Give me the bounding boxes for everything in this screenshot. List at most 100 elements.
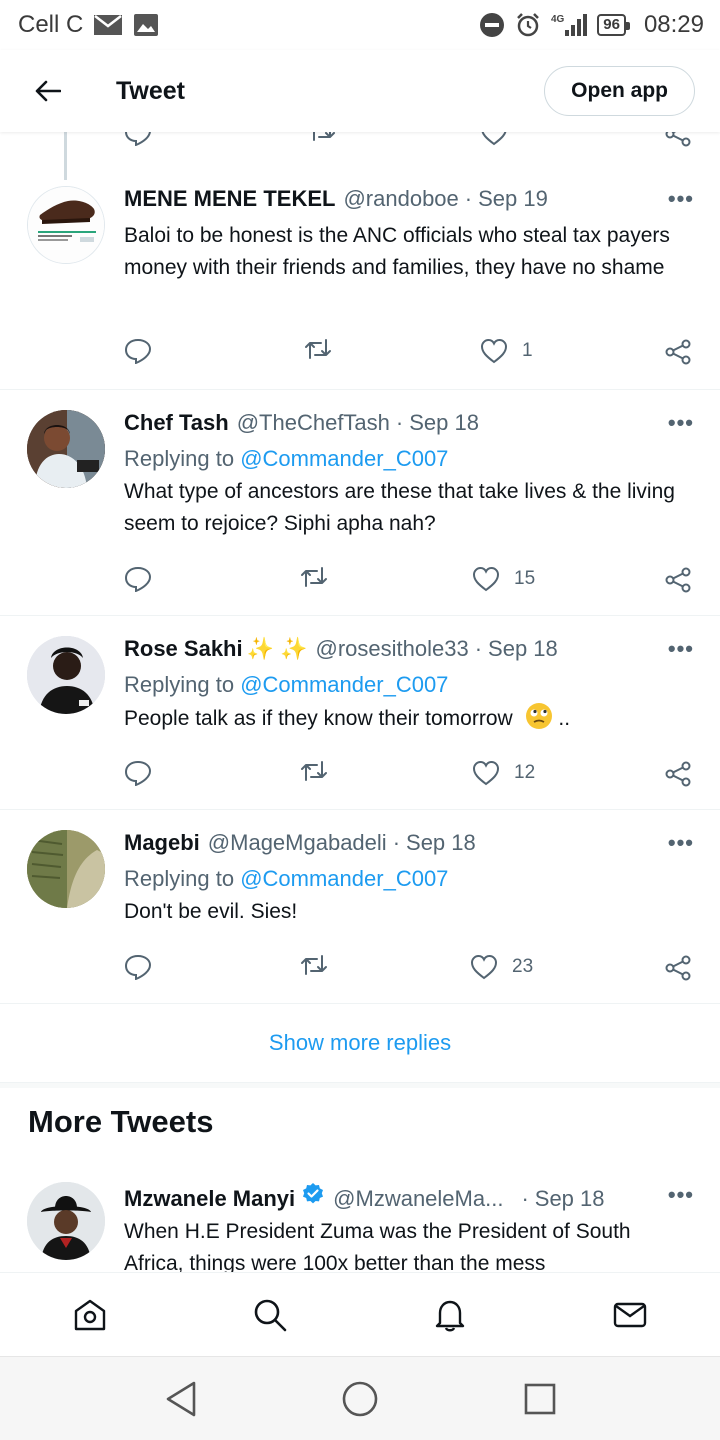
tweet-body: Rose Sakhi ✨ ✨ @rosesithole33 · Sep 18 •…	[124, 636, 694, 740]
replying-to-label: Replying to	[124, 672, 235, 697]
tweet-date[interactable]: Sep 19	[478, 186, 548, 212]
tweet-date[interactable]: Sep 18	[409, 410, 479, 436]
display-name[interactable]: Chef Tash	[124, 410, 229, 436]
like-button[interactable]: 12	[472, 760, 535, 786]
tweet-meta: Rose Sakhi ✨ ✨ @rosesithole33 · Sep 18	[124, 636, 694, 666]
reply-icon	[124, 760, 152, 786]
reply-button[interactable]	[124, 566, 152, 592]
reply-button[interactable]	[124, 760, 152, 786]
more-icon[interactable]: •••	[668, 636, 694, 662]
nav-notifications-button[interactable]	[428, 1293, 472, 1337]
like-button[interactable]: 1	[480, 338, 533, 364]
avatar[interactable]	[27, 830, 105, 908]
separator-dot: ·	[464, 186, 473, 211]
system-home-button[interactable]	[340, 1379, 380, 1419]
user-handle[interactable]: @randoboe	[343, 186, 458, 212]
tweet-item[interactable]: MENE MENE TEKEL @randoboe · Sep 19 ••• B…	[0, 164, 720, 390]
tweet-date[interactable]: Sep 18	[406, 830, 476, 856]
share-button[interactable]	[664, 760, 692, 788]
tweet-actions: 23	[124, 954, 694, 984]
back-triangle-icon	[166, 1381, 196, 1417]
section-divider	[0, 1082, 720, 1088]
tweet-date[interactable]: Sep 18	[535, 1186, 605, 1212]
mention-link[interactable]: @Commander_C007	[240, 866, 448, 891]
eye-roll-emoji-icon	[525, 702, 553, 740]
user-handle[interactable]: @MageMgabadeli	[208, 830, 387, 856]
tweet-text: People talk as if they know their tomorr…	[124, 707, 513, 730]
tweet-thread[interactable]: MENE MENE TEKEL @randoboe · Sep 19 ••• B…	[0, 132, 720, 1272]
replying-to: Replying to @Commander_C007	[124, 866, 694, 892]
tweet-text: What type of ancestors are these that ta…	[124, 480, 675, 535]
system-back-button[interactable]	[160, 1379, 200, 1419]
reply-icon[interactable]	[124, 132, 152, 146]
display-name[interactable]: Mzwanele Manyi	[124, 1186, 295, 1212]
tweet-body: Chef Tash @TheChefTash · Sep 18 ••• Repl…	[124, 410, 694, 540]
tweet-item[interactable]: Chef Tash @TheChefTash · Sep 18 ••• Repl…	[0, 390, 720, 616]
open-app-button[interactable]: Open app	[544, 66, 695, 116]
nav-messages-button[interactable]	[608, 1293, 652, 1337]
share-button[interactable]	[664, 338, 692, 366]
tweet-item[interactable]: Rose Sakhi ✨ ✨ @rosesithole33 · Sep 18 •…	[0, 616, 720, 810]
tweet-meta: Magebi @MageMgabadeli · Sep 18	[124, 830, 694, 860]
heart-icon[interactable]	[480, 132, 508, 146]
more-icon[interactable]: •••	[668, 1182, 694, 1208]
share-button[interactable]	[664, 566, 692, 594]
search-icon	[254, 1299, 287, 1332]
like-button[interactable]: 23	[470, 954, 533, 980]
display-name[interactable]: Magebi	[124, 830, 200, 856]
tweet-item[interactable]: Magebi @MageMgabadeli · Sep 18 ••• Reply…	[0, 810, 720, 1004]
reply-button[interactable]	[124, 954, 152, 980]
mention-link[interactable]: @Commander_C007	[240, 672, 448, 697]
tweet-date[interactable]: Sep 18	[488, 636, 558, 662]
alarm-icon	[515, 12, 541, 38]
avatar[interactable]	[27, 636, 105, 714]
nav-home-button[interactable]	[68, 1293, 112, 1337]
share-icon[interactable]	[664, 132, 692, 148]
replying-to-label: Replying to	[124, 866, 235, 891]
show-more-replies-link[interactable]: Show more replies	[0, 1004, 720, 1082]
retweet-icon[interactable]	[308, 132, 336, 142]
tweet-text: When H.E President Zuma was the Presiden…	[124, 1220, 631, 1272]
avatar[interactable]	[27, 1182, 105, 1260]
user-handle[interactable]: @rosesithole33	[316, 636, 469, 662]
like-button[interactable]: 15	[472, 566, 535, 592]
separator-dot: ·	[521, 1186, 529, 1211]
tweet-meta: Chef Tash @TheChefTash · Sep 18	[124, 410, 694, 440]
nav-search-button[interactable]	[248, 1293, 292, 1337]
like-count: 15	[514, 568, 536, 589]
retweet-button[interactable]	[300, 566, 328, 588]
tweet-actions: 12	[124, 760, 694, 790]
share-icon	[665, 567, 691, 593]
clock: 08:29	[643, 11, 704, 38]
display-name[interactable]: Rose Sakhi	[124, 636, 243, 662]
mail-icon	[613, 1302, 647, 1328]
name-emoji: ✨ ✨	[246, 636, 308, 661]
avatar[interactable]	[27, 186, 105, 264]
top-app-bar: Tweet Open app	[0, 50, 720, 132]
like-count: 12	[514, 762, 536, 783]
system-recents-button[interactable]	[520, 1379, 560, 1419]
verified-badge-icon	[301, 1182, 325, 1212]
back-button[interactable]	[20, 63, 76, 119]
tweet-item[interactable]: Mzwanele Manyi @MzwaneleMa... · Sep 18 •…	[0, 1162, 720, 1272]
retweet-button[interactable]	[304, 338, 332, 360]
avatar[interactable]	[27, 410, 105, 488]
reply-icon	[124, 338, 152, 364]
carrier-label: Cell C	[18, 11, 84, 38]
more-icon[interactable]: •••	[668, 830, 694, 856]
user-handle[interactable]: @MzwaneleMa...	[333, 1186, 503, 1212]
bell-icon	[435, 1300, 465, 1332]
more-icon[interactable]: •••	[668, 410, 694, 436]
heart-icon	[480, 338, 508, 364]
tweet-text: Don't be evil. Sies!	[124, 900, 298, 923]
retweet-button[interactable]	[300, 760, 328, 782]
more-icon[interactable]: •••	[668, 186, 694, 212]
reply-button[interactable]	[124, 338, 152, 364]
display-name[interactable]: MENE MENE TEKEL	[124, 186, 335, 212]
share-button[interactable]	[664, 954, 692, 982]
arrow-left-icon	[35, 80, 61, 102]
mention-link[interactable]: @Commander_C007	[240, 446, 448, 471]
retweet-button[interactable]	[300, 954, 328, 976]
user-handle[interactable]: @TheChefTash	[237, 410, 390, 436]
status-bar: Cell C 4G 96 08:29	[0, 0, 720, 50]
